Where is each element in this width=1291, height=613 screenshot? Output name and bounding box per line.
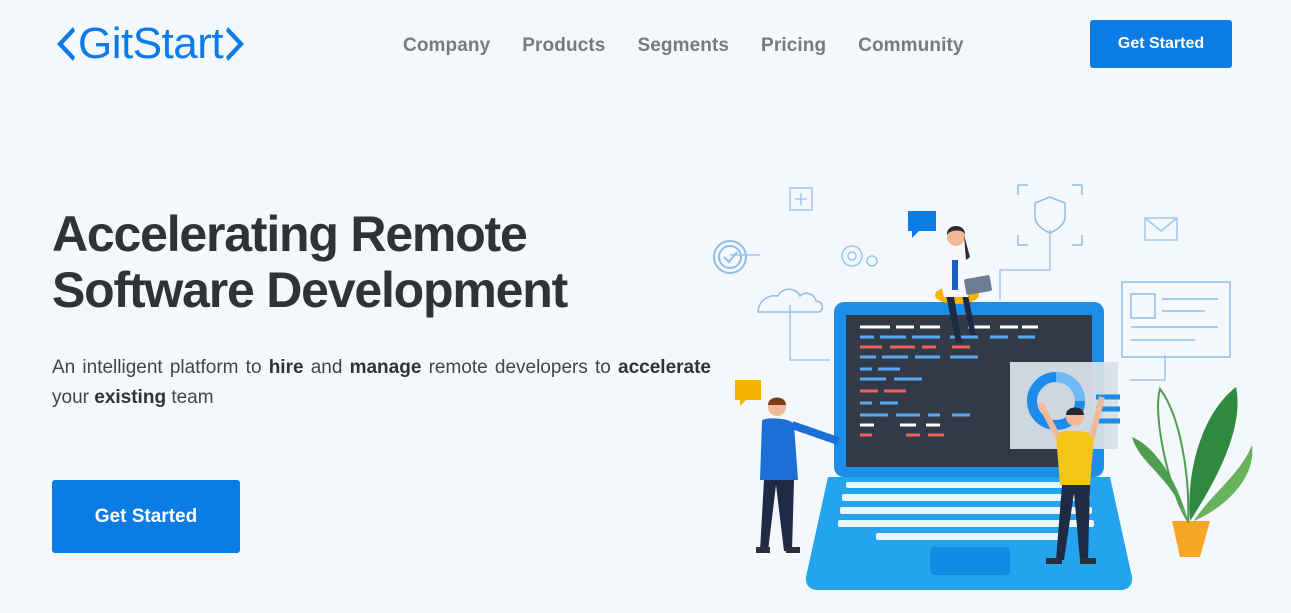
subtitle-text: team <box>166 387 214 408</box>
hero-get-started-button[interactable]: Get Started <box>52 480 240 553</box>
brand-name: GitStart <box>78 19 224 68</box>
brand-logo[interactable]: GitStart <box>52 20 249 68</box>
hero-illustration <box>713 184 1253 590</box>
check-circle-icon <box>713 240 747 274</box>
header-get-started-button[interactable]: Get Started <box>1090 20 1232 68</box>
subtitle-text: your <box>52 387 95 408</box>
main-nav: Company Products Segments Pricing Commun… <box>403 34 996 58</box>
dashboard-card-icon <box>1121 281 1231 358</box>
nav-segments[interactable]: Segments <box>637 34 729 58</box>
nav-community[interactable]: Community <box>858 34 963 58</box>
hero-subtitle: An intelligent platform to hire and mana… <box>52 353 711 413</box>
subtitle-text: remote developers to <box>421 357 619 378</box>
subtitle-text: An intelligent platform to <box>52 357 269 378</box>
hero-title-line-2: Software Development <box>52 262 568 318</box>
subtitle-emphasis: manage <box>349 357 422 378</box>
subtitle-emphasis: existing <box>94 387 167 408</box>
plant-icon <box>1132 386 1253 557</box>
chevron-left-icon <box>52 24 76 64</box>
chat-bubble-icon <box>908 211 936 238</box>
subtitle-emphasis: accelerate <box>618 357 711 378</box>
nav-products[interactable]: Products <box>522 34 605 58</box>
nav-company[interactable]: Company <box>403 34 490 58</box>
hero-title: Accelerating Remote Software Development <box>52 206 712 318</box>
mail-icon <box>1144 217 1178 241</box>
chevron-right-icon <box>225 24 249 64</box>
subtitle-emphasis: hire <box>268 357 304 378</box>
subtitle-text: and <box>303 357 350 378</box>
gear-icon <box>841 245 878 267</box>
plus-square-icon <box>789 187 813 211</box>
nav-pricing[interactable]: Pricing <box>761 34 826 58</box>
hero-title-line-1: Accelerating Remote <box>52 206 528 262</box>
